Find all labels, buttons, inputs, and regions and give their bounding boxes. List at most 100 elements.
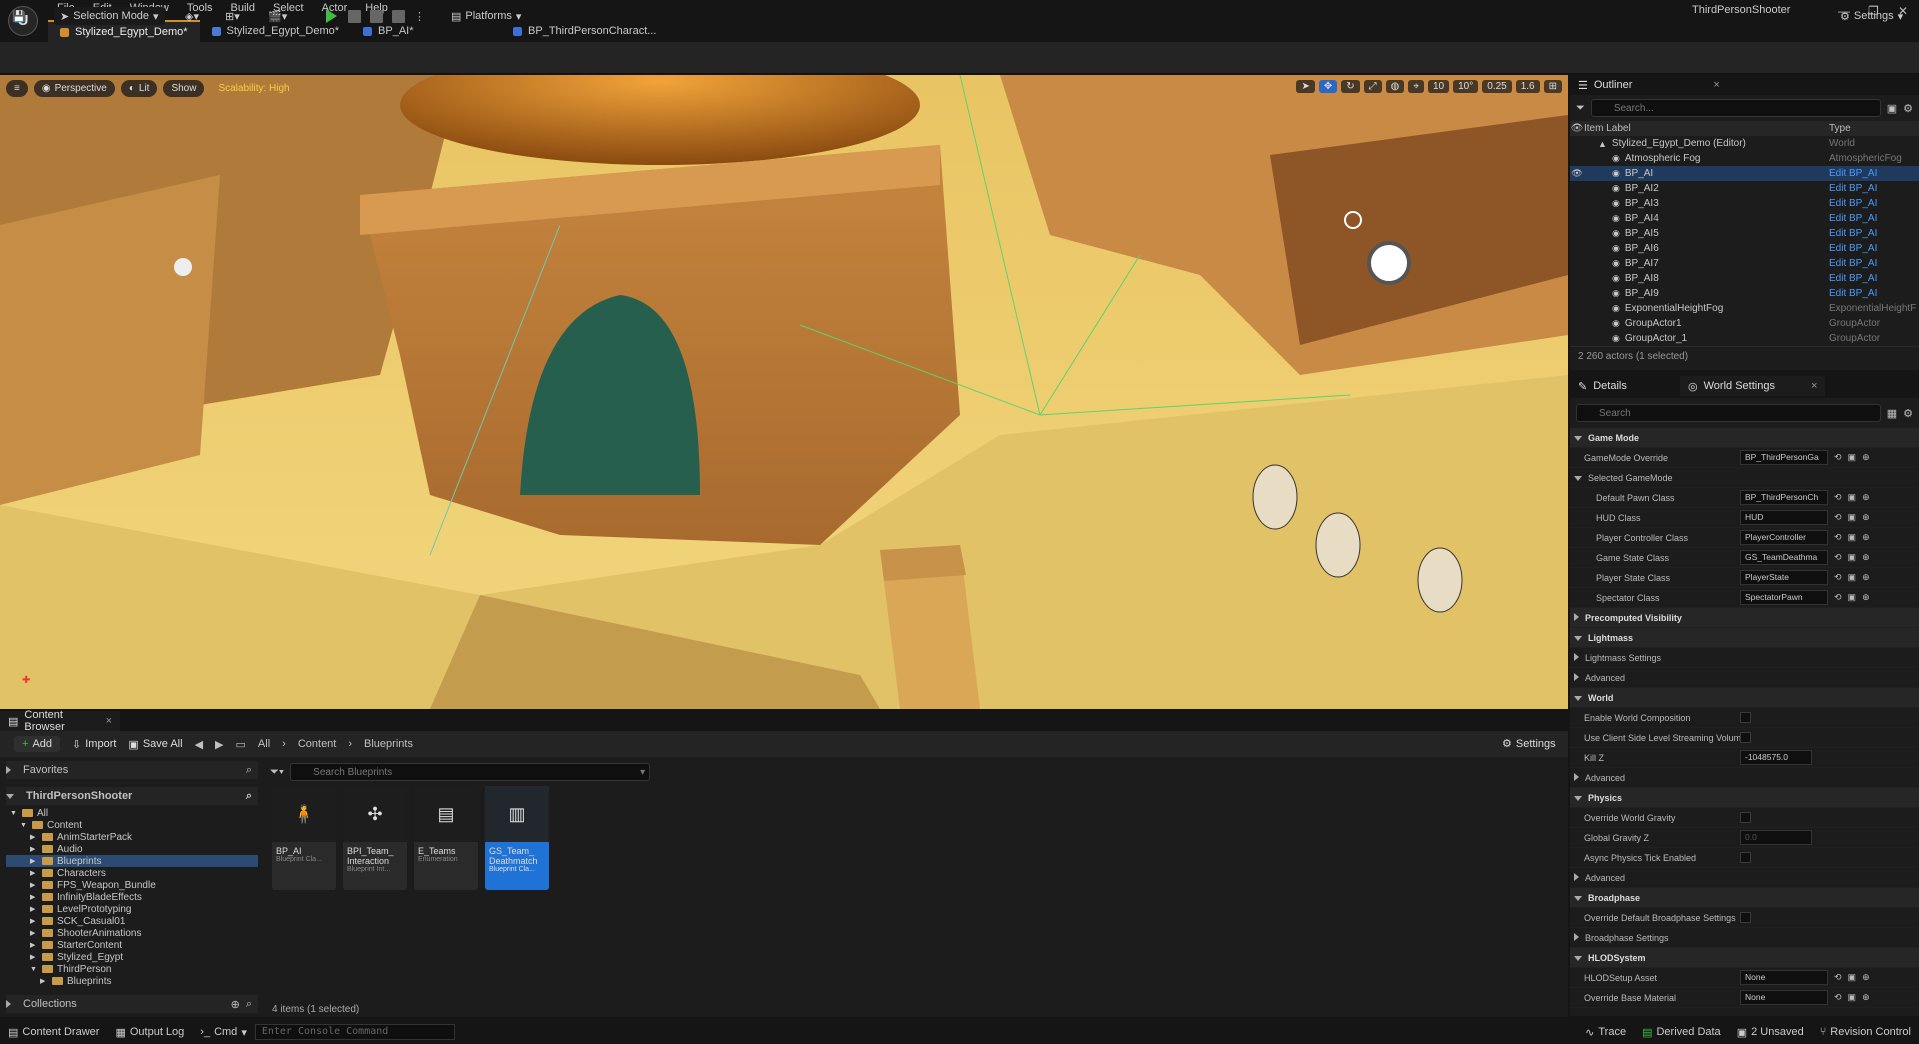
outliner-row[interactable]: ◉ BP_AI3 Edit BP_AI xyxy=(1570,196,1919,211)
class-picker-dropdown[interactable]: None xyxy=(1740,990,1828,1005)
chevron-down-icon[interactable]: ▼ xyxy=(10,810,18,817)
details-row[interactable]: Physics xyxy=(1570,788,1919,808)
folder-tree-item[interactable]: ▼ All xyxy=(6,807,258,819)
details-row[interactable]: Precomputed Visibility xyxy=(1570,608,1919,628)
search-icon[interactable]: ⌕ xyxy=(246,790,258,803)
folder-icon[interactable]: ▭ xyxy=(236,738,246,751)
tab-details[interactable]: ✎ Details xyxy=(1570,376,1680,396)
folder-tree-item[interactable]: ▶ SCK_Casual01 xyxy=(6,915,258,927)
add-icon[interactable]: ⊕ xyxy=(1862,572,1870,583)
output-log-button[interactable]: ▦ Output Log xyxy=(107,1026,192,1039)
folder-tree-item[interactable]: ▼ Content xyxy=(6,819,258,831)
details-row[interactable]: World xyxy=(1570,688,1919,708)
favorites-section[interactable]: Favorites ⌕ xyxy=(6,761,258,779)
tab-bp-thirdperson[interactable]: BP_ThirdPersonCharact... xyxy=(501,20,691,42)
tab-world-settings[interactable]: ◎ World Settings × xyxy=(1680,376,1826,396)
asset-tile[interactable]: ▥ GS_Team_ Deathmatch Blueprint Cla... xyxy=(485,786,549,890)
details-search-input[interactable]: Search xyxy=(1576,404,1881,422)
use-selected-icon[interactable]: ▣ xyxy=(1848,492,1857,503)
browse-icon[interactable]: ⟲ xyxy=(1834,592,1842,603)
search-icon[interactable]: ⌕ xyxy=(246,764,258,777)
visibility-icon[interactable]: 👁 xyxy=(1570,168,1584,179)
derived-data-button[interactable]: ▤ Derived Data xyxy=(1634,1026,1729,1039)
stop-icon[interactable] xyxy=(370,7,383,25)
play-button[interactable] xyxy=(326,7,337,25)
use-selected-icon[interactable]: ▣ xyxy=(1848,552,1857,563)
import-button[interactable]: ⇩ Import xyxy=(72,738,116,751)
browse-icon[interactable]: ⟲ xyxy=(1834,972,1842,983)
console-command-input[interactable]: Enter Console Command xyxy=(254,1024,455,1040)
number-field[interactable]: 0.0 xyxy=(1740,830,1812,845)
details-row[interactable]: Lightmass Settings xyxy=(1570,648,1919,668)
history-back-icon[interactable]: ◀ xyxy=(195,738,203,751)
browse-icon[interactable]: ⟲ xyxy=(1834,492,1842,503)
edit-blueprint-link[interactable]: Edit BP_AI xyxy=(1829,168,1919,179)
asset-tile[interactable]: 🧍 BP_AI Blueprint Cla... xyxy=(272,786,336,890)
asset-search-input[interactable]: Search Blueprints ▾ xyxy=(290,763,651,781)
outliner-row[interactable]: ▲ Stylized_Egypt_Demo (Editor) World xyxy=(1570,136,1919,151)
select-tool-icon[interactable]: ➤ xyxy=(1296,80,1315,93)
edit-blueprint-link[interactable]: Edit BP_AI xyxy=(1829,198,1919,209)
scale-tool-icon[interactable]: ⤢ xyxy=(1363,80,1382,93)
more-options-icon[interactable]: ⋮ xyxy=(414,7,425,25)
outliner-row[interactable]: ◉ BP_AI9 Edit BP_AI xyxy=(1570,286,1919,301)
folder-tree-item[interactable]: ▶ LevelPrototyping xyxy=(6,903,258,915)
folder-tree-item[interactable]: ▶ ShooterAnimations xyxy=(6,927,258,939)
add-icon[interactable]: ⊕ xyxy=(1862,972,1870,983)
chevron-right-icon[interactable]: ▶ xyxy=(30,845,38,853)
folder-tree-item[interactable]: ▶ AnimStarterPack xyxy=(6,831,258,843)
property-checkbox[interactable] xyxy=(1740,912,1751,923)
add-icon[interactable]: ⊕ xyxy=(1862,592,1870,603)
edit-blueprint-link[interactable]: Edit BP_AI xyxy=(1829,258,1919,269)
chevron-right-icon[interactable]: ▶ xyxy=(30,905,38,913)
close-tab-icon[interactable]: × xyxy=(1811,380,1817,392)
outliner-row[interactable]: ◉ BP_AI5 Edit BP_AI xyxy=(1570,226,1919,241)
browse-icon[interactable]: ⟲ xyxy=(1834,532,1842,543)
gear-icon[interactable]: ⚙ xyxy=(1903,407,1913,420)
add-icon[interactable]: ⊕ xyxy=(1862,512,1870,523)
chevron-right-icon[interactable]: ▶ xyxy=(40,977,48,985)
details-row[interactable]: Advanced xyxy=(1570,768,1919,788)
edit-blueprint-link[interactable]: Edit BP_AI xyxy=(1829,213,1919,224)
close-tab-icon[interactable]: × xyxy=(106,715,112,727)
show-button[interactable]: Show xyxy=(163,79,205,97)
eject-icon[interactable] xyxy=(392,7,405,25)
blueprint-menu-icon[interactable]: ⊞▾ xyxy=(225,7,240,25)
property-checkbox[interactable] xyxy=(1740,812,1751,823)
use-selected-icon[interactable]: ▣ xyxy=(1848,592,1857,603)
trace-button[interactable]: ∿ Trace xyxy=(1577,1026,1634,1039)
level-viewport[interactable]: ≡ ◉ Perspective ◐ Lit Show Scalability: Hi… xyxy=(0,75,1568,709)
filter-icon[interactable]: ⏷▾ xyxy=(270,766,284,779)
folder-tree-item[interactable]: ▶ Blueprints xyxy=(6,855,258,867)
details-row[interactable]: Game Mode xyxy=(1570,428,1919,448)
outliner-row[interactable]: ◉ Atmospheric Fog AtmosphericFog xyxy=(1570,151,1919,166)
use-selected-icon[interactable]: ▣ xyxy=(1848,572,1857,583)
breadcrumb-all[interactable]: All xyxy=(258,738,270,750)
folder-tree-item[interactable]: ▶ StarterContent xyxy=(6,939,258,951)
chevron-right-icon[interactable]: ▶ xyxy=(30,917,38,925)
chevron-down-icon[interactable]: ▼ xyxy=(20,822,28,829)
class-picker-dropdown[interactable]: HUD xyxy=(1740,510,1828,525)
collections-section[interactable]: Collections ⊕ ⌕ xyxy=(6,995,258,1013)
class-picker-dropdown[interactable]: PlayerController xyxy=(1740,530,1828,545)
project-section[interactable]: ThirdPersonShooter ⌕ xyxy=(6,787,258,805)
asset-tile[interactable]: ✣ BPI_Team_ Interaction Blueprint Int... xyxy=(343,786,407,890)
browse-icon[interactable]: ⟲ xyxy=(1834,552,1842,563)
details-row[interactable]: Broadphase Settings xyxy=(1570,928,1919,948)
add-icon[interactable]: ⊕ xyxy=(1862,452,1870,463)
filter-icon[interactable]: ⏷ xyxy=(1576,102,1585,115)
cmd-dropdown[interactable]: ›_ Cmd ▾ xyxy=(192,1026,255,1039)
edit-blueprint-link[interactable]: Edit BP_AI xyxy=(1829,243,1919,254)
folder-tree-item[interactable]: ▶ Blueprints xyxy=(6,975,258,987)
edit-blueprint-link[interactable]: Edit BP_AI xyxy=(1829,273,1919,284)
browse-icon[interactable]: ⟲ xyxy=(1834,992,1842,1003)
close-tab-icon[interactable]: × xyxy=(1713,79,1719,91)
class-picker-dropdown[interactable]: None xyxy=(1740,970,1828,985)
property-checkbox[interactable] xyxy=(1740,852,1751,863)
outliner-row[interactable]: ◉ GroupActor1 GroupActor xyxy=(1570,316,1919,331)
edit-blueprint-link[interactable]: Edit BP_AI xyxy=(1829,183,1919,194)
advance-frame-icon[interactable] xyxy=(348,7,361,25)
tab-content-browser[interactable]: ▤ Content Browser × xyxy=(0,709,120,733)
translate-tool-icon[interactable]: ✥ xyxy=(1318,80,1338,93)
viewport-menu-button[interactable]: ≡ xyxy=(6,79,28,97)
